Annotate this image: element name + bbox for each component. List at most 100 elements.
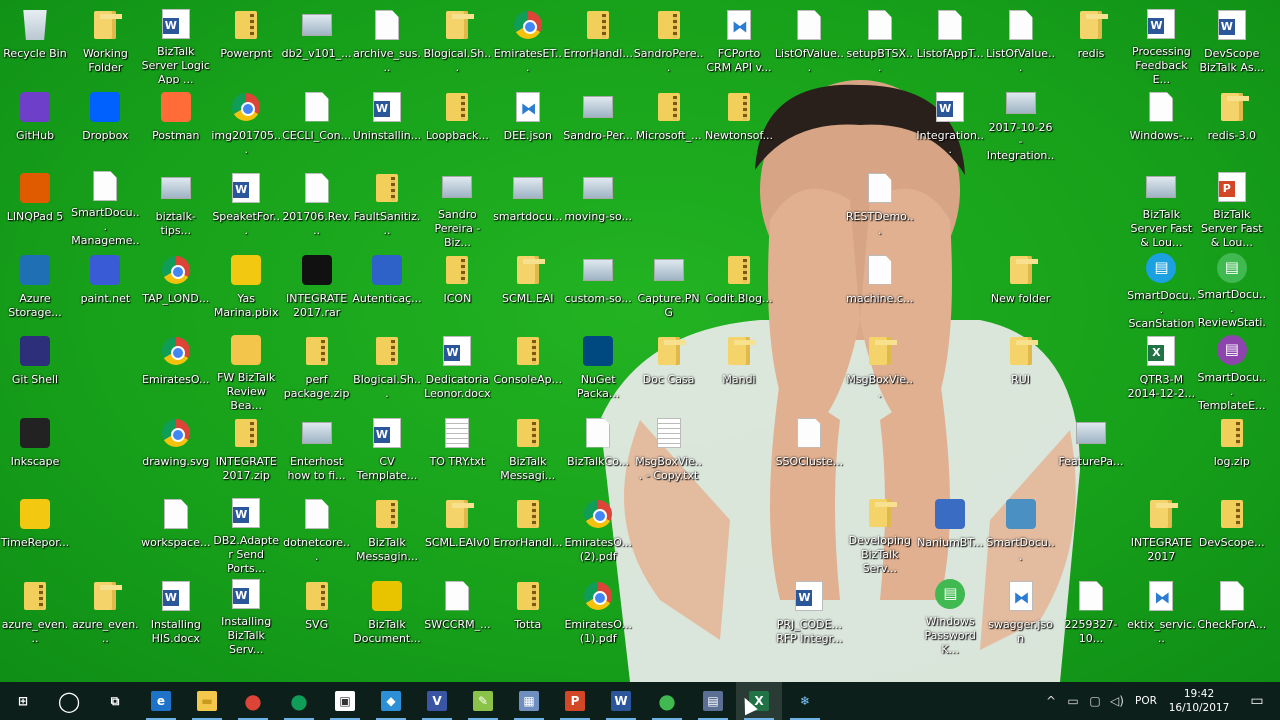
desktop-icon[interactable]: Yas Marina.pbix	[211, 249, 281, 329]
desktop-icon[interactable]: Blogical.Sh...	[422, 4, 492, 84]
taskbar-sql[interactable]: ▤	[690, 682, 736, 720]
desktop-icon[interactable]: ListOfValue...	[986, 4, 1056, 84]
desktop-icon[interactable]: SCML.EAIv0	[422, 493, 492, 573]
taskbar-file-explorer[interactable]: ▬	[184, 682, 230, 720]
desktop-icon[interactable]: archive_sus...	[352, 4, 422, 84]
desktop-icon[interactable]: Dropbox	[70, 86, 140, 166]
desktop-icon[interactable]: setupBTSX...	[845, 4, 915, 84]
desktop-icon[interactable]: FCPorto CRM API v...	[704, 4, 774, 84]
desktop-icon[interactable]: EmiratesO...	[141, 330, 211, 410]
desktop-icon[interactable]: SCML.EAI	[493, 249, 563, 329]
desktop-icon[interactable]: DevScope BizTalk As...	[1197, 4, 1267, 84]
desktop-icon[interactable]: RESTDemo...	[845, 167, 915, 247]
desktop-icon[interactable]: CECLI_Con...	[282, 86, 352, 166]
desktop-icon[interactable]: GitHub	[0, 86, 70, 166]
desktop-icon[interactable]: BizTalk Server Logic App ...	[141, 4, 211, 84]
desktop-icon[interactable]: ListofAppT...	[915, 4, 985, 84]
show-hidden-icons-chevron-icon[interactable]: ^	[1040, 694, 1062, 708]
desktop-icon[interactable]: biztalk-tips...	[141, 167, 211, 247]
desktop-icon[interactable]: DevScope...	[1197, 493, 1267, 573]
taskbar-word[interactable]: W	[598, 682, 644, 720]
desktop-icon[interactable]: FW BizTalk Review Bea...	[211, 330, 281, 410]
desktop-icon[interactable]: Git Shell	[0, 330, 70, 410]
taskbar-store[interactable]: ▣	[322, 682, 368, 720]
desktop-icon[interactable]: ListOfValue...	[774, 4, 844, 84]
taskbar-notepad[interactable]: ✎	[460, 682, 506, 720]
desktop-icon[interactable]: Codit.Blog...	[704, 249, 774, 329]
desktop-icon[interactable]: Powerpnt	[211, 4, 281, 84]
desktop-icon[interactable]: NuGet Packa...	[563, 330, 633, 410]
desktop-icon[interactable]: 2259327-10...	[1056, 575, 1126, 655]
taskbar-edge[interactable]: e	[138, 682, 184, 720]
desktop-icon[interactable]: CV Template...	[352, 412, 422, 492]
desktop-icon[interactable]: Capture.PNG	[634, 249, 704, 329]
cortana-button[interactable]: ◯	[46, 682, 92, 720]
desktop-icon[interactable]: INTEGRATE 2017	[1126, 493, 1196, 573]
desktop-icon[interactable]: 201706.Rev...	[282, 167, 352, 247]
desktop-icon[interactable]: azure_even...	[70, 575, 140, 655]
desktop-icon[interactable]: ErrorHandl...	[493, 493, 563, 573]
desktop-icon[interactable]: log.zip	[1197, 412, 1267, 492]
desktop-icon[interactable]: NaniumBT...	[915, 493, 985, 573]
desktop-icon[interactable]: EmiratesO... (1).pdf	[563, 575, 633, 655]
desktop-icon[interactable]: LINQPad 5	[0, 167, 70, 247]
desktop-icon[interactable]: TAP_LOND...	[141, 249, 211, 329]
desktop-icon[interactable]: redis-3.0	[1197, 86, 1267, 166]
taskbar-visio[interactable]: V	[414, 682, 460, 720]
desktop-icon[interactable]: Installing HIS.docx	[141, 575, 211, 655]
desktop-icon[interactable]: Sandro Pereira - Biz...	[422, 167, 492, 247]
taskbar-chrome-2[interactable]: ●	[276, 682, 322, 720]
desktop-icon[interactable]: Uninstallin...	[352, 86, 422, 166]
input-language[interactable]: POR	[1128, 695, 1164, 707]
desktop-icon[interactable]: EmiratesET...	[493, 4, 563, 84]
desktop-icon[interactable]: Azure Storage...	[0, 249, 70, 329]
desktop-icon[interactable]: dotnetcore...	[282, 493, 352, 573]
desktop-icon[interactable]: Enterhost how to fi...	[282, 412, 352, 492]
desktop-icon[interactable]: drawing.svg	[141, 412, 211, 492]
desktop-icon[interactable]: perf package.zip	[282, 330, 352, 410]
desktop-icon[interactable]: RUI	[986, 330, 1056, 410]
desktop-icon[interactable]: azure_even...	[0, 575, 70, 655]
desktop-icon[interactable]: Microsoft_...	[634, 86, 704, 166]
taskbar-chrome[interactable]: ●	[230, 682, 276, 720]
desktop-icon[interactable]: machine.c...	[845, 249, 915, 329]
desktop-icon[interactable]: Windows Password K...	[915, 575, 985, 655]
desktop-icon[interactable]: INTEGRATE 2017.rar	[282, 249, 352, 329]
desktop-icon[interactable]: BizTalk Server Fast & Lou...	[1126, 167, 1196, 247]
desktop-icon[interactable]: PRJ_CODE... RFP Integr...	[774, 575, 844, 655]
desktop-icon[interactable]: SandroPere...	[634, 4, 704, 84]
desktop-icon[interactable]: redis	[1056, 4, 1126, 84]
desktop-icon[interactable]: smartdocu...	[493, 167, 563, 247]
desktop-icon[interactable]: DEE.json	[493, 86, 563, 166]
desktop-icon[interactable]: Processing Feedback E...	[1126, 4, 1196, 84]
desktop-icon[interactable]: SmartDocu...	[986, 493, 1056, 573]
task-view-button[interactable]: ⧉	[92, 682, 138, 720]
desktop-icon[interactable]: Mandi	[704, 330, 774, 410]
desktop-icon[interactable]: QTR3-M 2014-12-2...	[1126, 330, 1196, 410]
desktop-icon[interactable]: Inkscape	[0, 412, 70, 492]
desktop-icon[interactable]: MsgBoxVie... - Copy.txt	[634, 412, 704, 492]
desktop-icon[interactable]: swagger.json	[986, 575, 1056, 655]
taskbar-biztalk-admin[interactable]: ▦	[506, 682, 552, 720]
desktop-icon[interactable]: ICON	[422, 249, 492, 329]
action-center-icon[interactable]: ▭	[1234, 682, 1280, 720]
desktop-icon[interactable]: 2017-10-26 - Integration...	[986, 86, 1056, 166]
desktop-icon[interactable]: BizTalk Messagi...	[493, 412, 563, 492]
taskbar-app-blue[interactable]: ◆	[368, 682, 414, 720]
desktop-icon[interactable]: INTEGRATE 2017.zip	[211, 412, 281, 492]
taskbar-snowflake-app[interactable]: ❄	[782, 682, 828, 720]
clock[interactable]: 19:42 16/10/2017	[1164, 687, 1234, 715]
volume-icon[interactable]: ◁)	[1106, 694, 1128, 708]
desktop-icon[interactable]: TO TRY.txt	[422, 412, 492, 492]
desktop-icon[interactable]: SmartDocu... Manageme...	[70, 167, 140, 247]
desktop-icon[interactable]: Loopback...	[422, 86, 492, 166]
desktop-icon[interactable]: BizTalk Messagin...	[352, 493, 422, 573]
start-button[interactable]: ⊞	[0, 682, 46, 720]
desktop-icon[interactable]: Working Folder	[70, 4, 140, 84]
desktop-icon[interactable]: SmartDocu... ScanStation	[1126, 249, 1196, 329]
desktop-icon[interactable]: img201705...	[211, 86, 281, 166]
desktop-icon[interactable]: moving-so...	[563, 167, 633, 247]
network-icon[interactable]: ▢	[1084, 694, 1106, 708]
desktop-icon[interactable]: TimeRepor...	[0, 493, 70, 573]
desktop-icon[interactable]: DB2.Adapter Send Ports...	[211, 493, 281, 573]
